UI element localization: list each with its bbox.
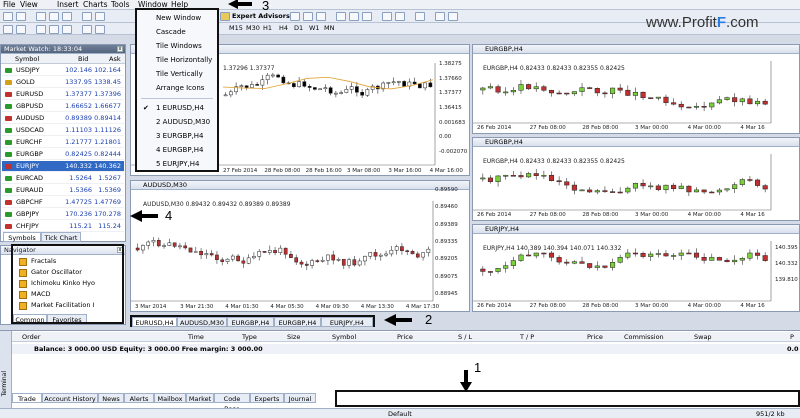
arrow-3-icon bbox=[228, 0, 252, 9]
annotation-3: 3 bbox=[262, 0, 270, 13]
arrow-4-icon bbox=[130, 210, 158, 222]
arrow-1-icon bbox=[460, 370, 472, 392]
annotation-1: 1 bbox=[474, 360, 482, 375]
annotation-arrows bbox=[130, 0, 472, 392]
annotation-4: 4 bbox=[165, 208, 173, 223]
arrow-2-icon bbox=[384, 314, 412, 326]
annotation-2: 2 bbox=[425, 312, 433, 327]
